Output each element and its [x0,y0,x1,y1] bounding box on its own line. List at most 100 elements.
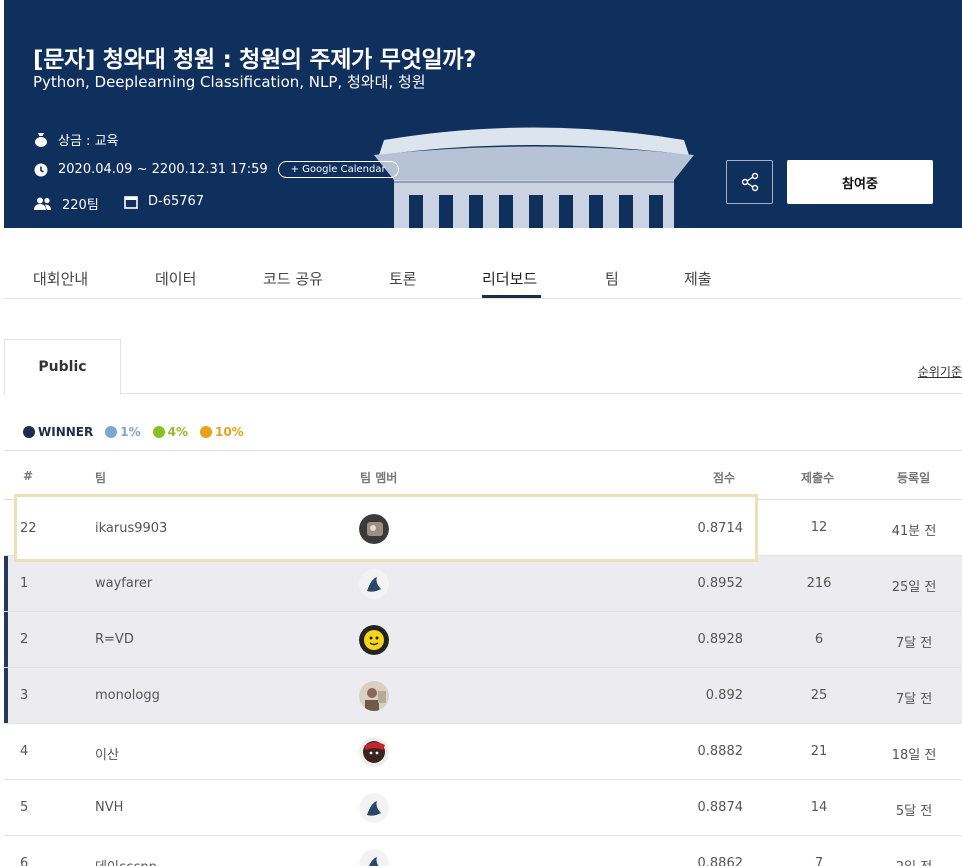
legend-4pct: 4% [152,425,188,439]
tab-team[interactable]: 팀 [605,268,619,289]
rank-cell: 1 [20,576,29,591]
rank-cell: 5 [20,800,29,815]
tab-leaderboard[interactable]: 리더보드 [482,268,537,289]
header-date[interactable]: 등록일 [897,469,930,486]
default-avatar[interactable] [359,569,389,599]
date-cell: 7달 전 [895,692,933,707]
default-avatar[interactable] [359,849,389,866]
my-team-cell[interactable]: ikarus9903 [95,521,167,536]
team-cell[interactable]: R=VD [95,632,134,647]
team-count-text: 220팀 [62,198,99,213]
table-row[interactable]: 5 NVH 0.8874 14 5달 전 [4,780,962,836]
period-text: 2020.04.09 ~ 2200.12.31 17:59 [58,162,268,177]
tab-discussion[interactable]: 토론 [389,268,417,289]
default-avatar[interactable] [359,793,389,823]
dday-text: D-65767 [148,194,205,209]
header-submissions[interactable]: 제출수 [801,469,834,486]
photo-avatar-red[interactable] [359,737,389,767]
dday-info: D-65767 [124,194,204,209]
tab-submit[interactable]: 제출 [684,268,712,289]
prize-info: 상금 : 교육 [34,130,119,149]
date-cell: 5달 전 [895,804,933,819]
google-calendar-button[interactable]: + Google Calendar [277,161,399,178]
submissions-cell: 7 [814,856,824,866]
legend-winner-label: WINNER [38,425,94,439]
date-cell: 7달 전 [895,636,933,651]
1pct-dot-icon [105,426,118,438]
photo-avatar[interactable] [359,514,389,544]
winner-dot-icon [23,426,35,438]
team-count-info: 220팀 [34,194,99,213]
share-icon [741,172,758,192]
medal-legend: WINNER 1% 4% 10% [23,425,256,439]
4pct-dot-icon [152,426,165,438]
submissions-cell: 21 [810,744,828,759]
team-cell[interactable]: wayfarer [95,576,152,591]
legend-10pct: 10% [199,425,244,439]
tab-public[interactable]: Public [4,339,121,395]
competition-tabs: 대회안내 데이터 코드 공유 토론 리더보드 팀 제출 [4,256,962,299]
legend-10pct-label: 10% [214,425,244,439]
people-icon [34,197,51,210]
rank-cell: 4 [20,744,29,759]
legend-1pct-label: 1% [120,425,141,439]
table-header: # 팀 팀 멤버 점수 제출수 등록일 [4,450,962,500]
palace-illustration [374,127,694,228]
team-cell[interactable]: 데이cccpp [95,856,157,866]
competition-tags: Python, Deeplearning Classification, NLP… [33,73,426,91]
score-cell: 0.8882 [697,744,744,759]
rank-cell: 6 [20,856,29,866]
date-cell: 2일 전 [884,856,944,866]
my-date-cell: 41분 전 [891,524,937,539]
my-submissions-cell: 12 [810,520,828,535]
cartoon-avatar[interactable] [359,625,389,655]
my-score-cell: 0.8714 [697,521,744,536]
date-cell: 18일 전 [891,748,937,763]
table-row[interactable]: 6 데이cccpp 0.8862 7 2일 전 [4,836,962,866]
competition-title: [문자] 청와대 청원 : 청원의 주제가 무엇일까? [33,47,477,73]
calendar-icon [124,195,138,209]
competition-banner: [문자] 청와대 청원 : 청원의 주제가 무엇일까? Python, Deep… [4,0,962,228]
score-cell: 0.8952 [697,576,744,591]
tab-overview[interactable]: 대회안내 [33,268,88,289]
winner-bar [4,668,8,723]
date-cell: 25일 전 [891,580,937,595]
winner-bar [4,612,8,667]
tab-data[interactable]: 데이터 [155,268,196,289]
submissions-cell: 25 [810,688,828,703]
leaderboard-subtabs: Public 순위기준 [4,339,962,395]
tab-code-share[interactable]: 코드 공유 [263,268,323,289]
team-cell[interactable]: 이산 [95,744,119,763]
active-tab-indicator [482,295,541,298]
submissions-cell: 216 [806,576,832,591]
submissions-cell: 6 [814,632,824,647]
rank-criteria-link[interactable]: 순위기준 [918,363,962,380]
rank-cell: 2 [20,632,29,647]
legend-4pct-label: 4% [167,425,188,439]
score-cell: 0.8928 [697,632,744,647]
submissions-cell: 14 [810,800,828,815]
winner-bar [4,556,8,611]
score-cell: 0.8862 [697,856,744,866]
table-row[interactable]: 1 wayfarer 0.8952 216 25일 전 [4,556,962,612]
table-row[interactable]: 3 monologg 0.892 25 7달 전 [4,668,962,724]
rank-cell: 3 [20,688,29,703]
header-members: 팀 멤버 [360,471,398,485]
table-row[interactable]: 2 R=VD 0.8928 6 7달 전 [4,612,962,668]
my-rank-cell: 22 [20,521,37,536]
share-button[interactable] [726,160,773,204]
header-score[interactable]: 점수 [713,469,735,486]
header-rank: # [23,469,34,483]
team-cell[interactable]: monologg [95,688,160,703]
photo-avatar[interactable] [359,681,389,711]
my-team-row[interactable]: 22 ikarus9903 0.8714 [14,494,758,562]
period-info: 2020.04.09 ~ 2200.12.31 17:59 + Google C… [34,161,399,178]
team-cell[interactable]: NVH [95,800,123,815]
10pct-dot-icon [199,426,212,438]
header-team: 팀 [95,471,107,485]
table-row[interactable]: 4 이산 0.8882 21 18일 전 [4,724,962,780]
legend-winner: WINNER [23,425,93,439]
legend-1pct: 1% [105,425,141,439]
score-cell: 0.892 [705,688,743,703]
join-status-button[interactable]: 참여중 [787,160,933,204]
